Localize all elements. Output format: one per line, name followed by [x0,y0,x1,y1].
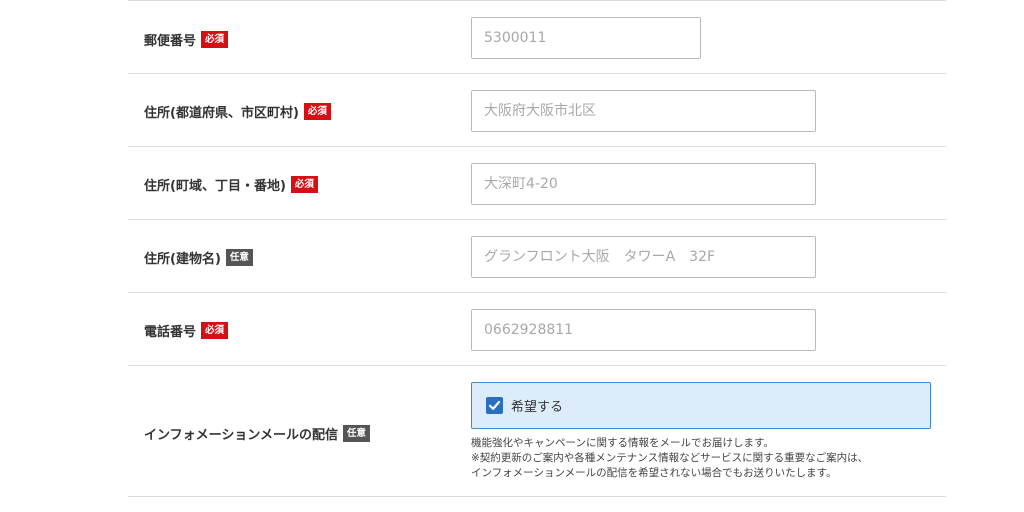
checkbox-label: 希望する [511,400,564,415]
note-line: ※契約更新のご案内や各種メンテナンス情報などサービスに関する重要なご案内は、 [471,452,869,464]
divider [128,0,946,1]
address-city-input[interactable] [471,90,816,132]
field-label: インフォメーションメールの配信 [144,427,338,443]
newsletter-note: 機能強化やキャンペーンに関する情報をメールでお届けします。 ※契約更新のご案内や… [471,436,868,481]
checkbox-checked-icon[interactable] [486,397,503,414]
phone-input[interactable] [471,309,816,351]
field-label: 住所(建物名) [144,251,221,267]
address-building-label: 住所(建物名) 任意 [144,247,253,267]
field-label: 郵便番号 [144,33,197,49]
field-label: 住所(都道府県、市区町村) [144,105,299,121]
checkmark-icon [488,400,501,410]
postal-code-label: 郵便番号 必須 [144,29,229,49]
address-building-input[interactable] [471,236,816,278]
required-badge: 必須 [201,30,229,48]
divider [128,496,946,497]
note-line: インフォメーションメールの配信を希望されない場合でもお送りいたします。 [471,467,837,479]
note-line: 機能強化やキャンペーンに関する情報をメールでお届けします。 [471,437,774,449]
divider [128,365,946,366]
divider [128,73,946,74]
address-form: 郵便番号 必須 住所(都道府県、市区町村) 必須 住所(町域、丁目・番地) 必須… [128,0,946,512]
divider [128,146,946,147]
phone-label: 電話番号 必須 [144,320,229,340]
optional-badge: 任意 [342,424,370,442]
divider [128,219,946,220]
address-street-label: 住所(町域、丁目・番地) 必須 [144,174,318,194]
address-city-label: 住所(都道府県、市区町村) 必須 [144,101,331,121]
divider [128,292,946,293]
required-badge: 必須 [290,175,318,193]
required-badge: 必須 [303,102,331,120]
newsletter-label: インフォメーションメールの配信 任意 [144,423,370,443]
field-label: 住所(町域、丁目・番地) [144,178,286,194]
postal-code-input[interactable] [471,17,701,59]
field-label: 電話番号 [144,324,197,340]
optional-badge: 任意 [225,248,253,266]
newsletter-optin-checkbox[interactable]: 希望する [471,382,931,429]
address-street-input[interactable] [471,163,816,205]
required-badge: 必須 [201,321,229,339]
